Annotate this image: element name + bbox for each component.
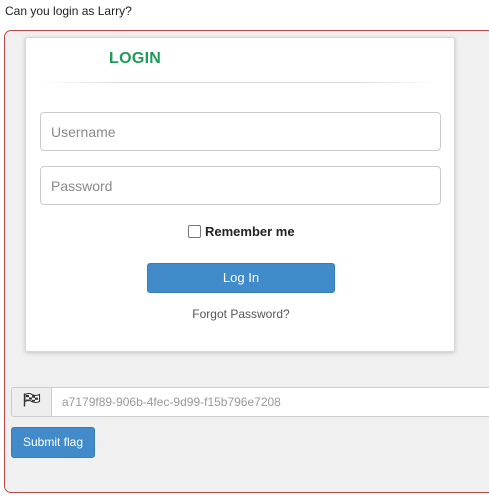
remember-me[interactable]: Remember me [188,224,295,239]
flag-input[interactable]: a7179f89-906b-4fec-9d99-f15b796e7208 [51,387,489,417]
submit-flag-button[interactable]: Submit flag [11,427,95,458]
checkered-flag-icon [23,392,41,412]
forgot-password-link[interactable]: Forgot Password? [26,307,456,321]
login-card: LOGIN Remember me Log In Forgot Password… [25,37,455,352]
task-prompt: Can you login as Larry? [5,4,132,18]
remember-me-label: Remember me [205,224,295,239]
title-divider [40,82,440,83]
login-title: LOGIN [109,50,162,67]
flag-addon [11,387,51,417]
remember-me-checkbox[interactable] [188,225,201,238]
username-input[interactable] [40,112,441,151]
login-button[interactable]: Log In [147,263,335,293]
password-input[interactable] [40,166,441,205]
flag-input-group: a7179f89-906b-4fec-9d99-f15b796e7208 [11,387,489,417]
challenge-panel: LOGIN Remember me Log In Forgot Password… [4,30,489,493]
